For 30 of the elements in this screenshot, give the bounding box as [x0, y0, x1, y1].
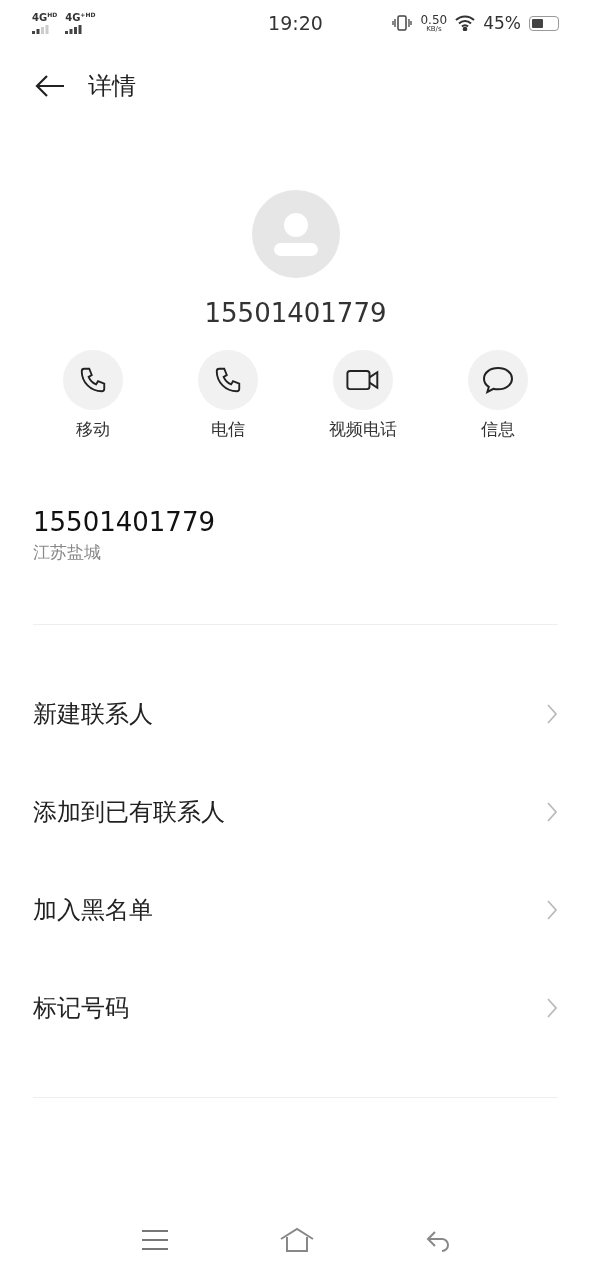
chevron-icon	[546, 703, 558, 725]
network-label: 4G$^{HD}$	[32, 12, 58, 24]
speech-bubble-icon	[481, 365, 514, 395]
menu-item[interactable]: 添加到已有联系人	[0, 763, 591, 861]
action-button[interactable]: 视频电话	[307, 350, 418, 441]
chevron-icon	[546, 899, 558, 921]
network-label: 4G$^{+HD}$	[65, 12, 96, 24]
phone-number: 15501401779	[33, 507, 216, 537]
action-button[interactable]: 信息	[442, 350, 553, 441]
chevron-icon	[546, 997, 558, 1019]
back-nav-button[interactable]	[424, 1228, 451, 1252]
video-camera-icon	[345, 367, 380, 393]
battery-percent: 45%	[483, 13, 521, 33]
page-title: 详情	[88, 71, 136, 102]
back-button[interactable]	[34, 74, 66, 98]
action-button[interactable]: 移动	[38, 350, 149, 441]
menu-item[interactable]: 标记号码	[0, 959, 591, 1057]
battery-icon	[529, 15, 559, 31]
menu-item[interactable]: 新建联系人	[0, 665, 591, 763]
number-location: 江苏盐城	[33, 541, 102, 564]
contact-number: 15501401779	[203, 298, 388, 328]
clock: 19:20	[268, 12, 323, 34]
home-button[interactable]	[278, 1227, 315, 1253]
menu-button[interactable]	[140, 1229, 169, 1251]
chevron-icon	[546, 801, 558, 823]
action-button[interactable]: 电信	[173, 350, 284, 441]
vibrate-icon	[392, 15, 413, 31]
network-speed: 0.50	[420, 13, 448, 26]
wifi-icon	[455, 15, 476, 31]
menu-item[interactable]: 加入黑名单	[0, 861, 591, 959]
